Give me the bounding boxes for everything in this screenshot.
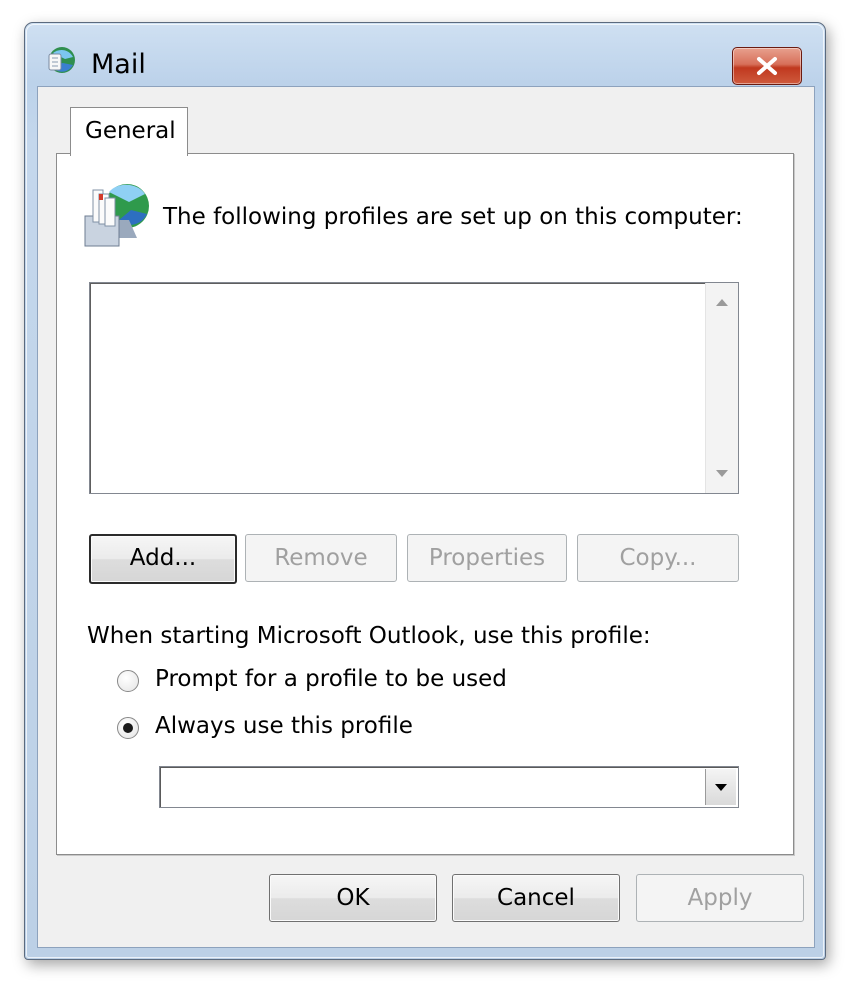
profile-select-dropdown[interactable] [159, 766, 739, 808]
startup-profile-label: When starting Microsoft Outlook, use thi… [87, 623, 651, 649]
scroll-down-arrow-icon[interactable] [716, 470, 728, 477]
tab-general[interactable]: General [70, 107, 188, 156]
mail-app-icon [48, 47, 75, 73]
general-tab-panel: The following profiles are set up on thi… [56, 153, 794, 855]
apply-button[interactable]: Apply [636, 874, 804, 922]
profile-properties-button[interactable]: Properties [407, 534, 567, 582]
ok-button[interactable]: OK [269, 874, 437, 922]
close-button[interactable] [732, 47, 802, 85]
profiles-scrollbar[interactable] [705, 283, 738, 493]
chevron-down-icon [715, 784, 727, 791]
radio-prompt-profile[interactable]: Prompt for a profile to be used [117, 666, 537, 696]
radio-button-prompt[interactable] [117, 670, 139, 692]
cancel-button[interactable]: Cancel [452, 874, 620, 922]
remove-profile-button[interactable]: Remove [245, 534, 397, 582]
radio-selected-dot [123, 723, 133, 733]
scroll-up-arrow-icon[interactable] [716, 299, 728, 306]
radio-button-always[interactable] [117, 717, 139, 739]
add-profile-button[interactable]: Add... [89, 534, 237, 584]
radio-always-use-profile[interactable]: Always use this profile [117, 713, 437, 743]
tab-general-label: General [85, 118, 176, 144]
radio-always-label: Always use this profile [155, 713, 413, 739]
profiles-listbox[interactable] [89, 282, 739, 494]
mail-dialog-window: Mail General The following profiles are … [24, 22, 826, 960]
dialog-client-area: General The following profiles are set u… [37, 86, 815, 948]
window-title: Mail [91, 49, 146, 80]
close-icon [757, 57, 777, 75]
dropdown-arrow-button[interactable] [705, 769, 736, 805]
copy-profile-button[interactable]: Copy... [577, 534, 739, 582]
profiles-mailbox-icon [84, 184, 149, 247]
radio-prompt-label: Prompt for a profile to be used [155, 666, 507, 692]
profiles-list-area[interactable] [91, 284, 705, 492]
title-bar[interactable]: Mail [25, 23, 825, 85]
profiles-heading: The following profiles are set up on thi… [163, 204, 743, 230]
